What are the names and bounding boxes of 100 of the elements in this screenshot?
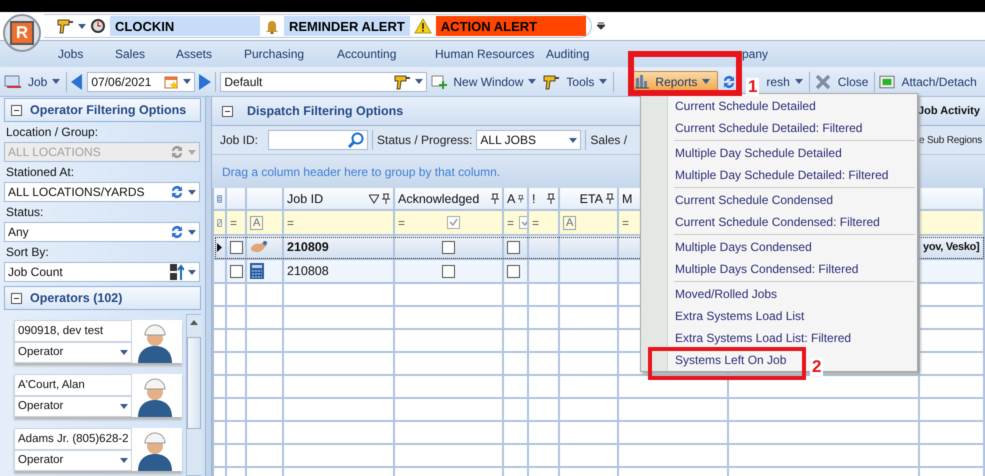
table-cell: 210809 bbox=[287, 240, 329, 254]
menu-item[interactable]: Multiple Days Condensed bbox=[673, 238, 814, 256]
caret-icon bbox=[188, 150, 196, 154]
filter-checkbox[interactable] bbox=[447, 216, 460, 229]
new-window-icon bbox=[431, 74, 448, 89]
menu-item[interactable]: Systems Left On Job bbox=[673, 351, 788, 369]
column-header[interactable]: ! bbox=[529, 188, 560, 209]
text-filter-icon[interactable]: A bbox=[250, 216, 264, 230]
close-button[interactable]: Close bbox=[836, 70, 870, 92]
menu-tab[interactable]: Accounting bbox=[337, 47, 396, 61]
alert-button[interactable]: ACTION ALERT bbox=[436, 16, 586, 36]
report-icon bbox=[634, 74, 650, 89]
field-label: Status: bbox=[6, 205, 44, 219]
caret-icon bbox=[599, 79, 608, 84]
calendar-icon bbox=[164, 74, 180, 88]
role-dropdown[interactable]: Operator bbox=[14, 342, 132, 363]
caret-icon bbox=[120, 350, 128, 355]
menu-item[interactable]: Current Schedule Detailed bbox=[673, 97, 818, 115]
next-icon[interactable] bbox=[199, 74, 212, 90]
caret-icon bbox=[702, 79, 710, 84]
caret-icon bbox=[794, 79, 803, 84]
menu-tab[interactable]: Jobs bbox=[58, 47, 84, 61]
operator-card[interactable]: 090918, dev test Operator bbox=[14, 320, 182, 363]
filter-operator[interactable]: = bbox=[622, 216, 630, 230]
role-dropdown[interactable]: Operator bbox=[14, 450, 132, 471]
filter-operator[interactable]: = bbox=[398, 216, 406, 230]
text-filter-icon[interactable]: A bbox=[563, 216, 576, 230]
checkbox[interactable] bbox=[230, 240, 243, 254]
date-field[interactable]: 07/06/2021 bbox=[87, 72, 196, 92]
alert-button[interactable]: CLOCKIN bbox=[110, 16, 260, 36]
menu-item[interactable]: Current Schedule Condensed bbox=[673, 191, 836, 209]
filter-operator[interactable]: = bbox=[287, 216, 294, 230]
field-label: Status / Progress: bbox=[377, 133, 472, 147]
job-button[interactable]: Job bbox=[26, 70, 62, 92]
refresh-button[interactable]: resh bbox=[764, 70, 805, 92]
dropdown[interactable]: Any bbox=[4, 222, 200, 242]
operator-name: Adams Jr. (805)628-2 bbox=[14, 428, 132, 450]
refresh-icon bbox=[722, 74, 736, 90]
collapse-icon bbox=[222, 106, 233, 116]
customize-icon[interactable] bbox=[597, 22, 605, 30]
checkbox[interactable] bbox=[507, 264, 520, 278]
close-icon[interactable] bbox=[814, 74, 832, 90]
menu-item[interactable]: Extra Systems Load List bbox=[673, 307, 806, 325]
menu-item[interactable]: Multiple Day Schedule Detailed: Filtered bbox=[673, 166, 890, 184]
column-header[interactable]: A bbox=[504, 188, 529, 209]
scroll-up-icon[interactable] bbox=[190, 320, 198, 325]
attach-detach-button[interactable]: Attach/Detach bbox=[899, 70, 979, 92]
panel-header[interactable]: Operators (102) bbox=[4, 286, 201, 310]
caret-icon bbox=[188, 190, 196, 194]
dropdown[interactable]: Job Count bbox=[4, 262, 200, 282]
collapse-icon bbox=[11, 104, 22, 116]
checkbox[interactable] bbox=[230, 264, 243, 278]
bell-icon bbox=[264, 18, 280, 34]
dropdown[interactable]: ALL LOCATIONS/YARDS bbox=[4, 182, 200, 202]
checkbox[interactable] bbox=[442, 264, 455, 278]
filter-icon[interactable] bbox=[369, 194, 379, 204]
menu-tab[interactable]: Human Resources bbox=[435, 47, 534, 61]
menu-tab[interactable]: Assets bbox=[176, 47, 212, 61]
caret-icon bbox=[52, 79, 60, 84]
calculator-icon bbox=[250, 263, 264, 279]
operator-card[interactable]: Adams Jr. (805)628-2 Operator bbox=[14, 428, 182, 471]
pin-icon bbox=[491, 193, 499, 204]
menu-tab[interactable]: pany bbox=[742, 47, 768, 61]
checkbox[interactable] bbox=[442, 240, 455, 254]
panel-header[interactable]: Operator Filtering Options bbox=[4, 98, 201, 122]
status-dropdown[interactable]: ALL JOBS bbox=[476, 130, 582, 150]
drill-icon bbox=[56, 17, 74, 35]
caret-icon bbox=[415, 79, 424, 84]
step-number: 1 bbox=[746, 78, 760, 96]
role-dropdown[interactable]: Operator bbox=[14, 396, 132, 417]
column-header[interactable]: Job ID bbox=[284, 188, 395, 209]
menu-tab[interactable]: Sales bbox=[115, 47, 146, 61]
menu-item[interactable]: Extra Systems Load List: Filtered bbox=[673, 329, 854, 347]
menu-item[interactable]: Moved/Rolled Jobs bbox=[673, 285, 780, 303]
filter-operator[interactable]: = bbox=[230, 216, 238, 230]
menu-item[interactable]: Current Schedule Condensed: Filtered bbox=[673, 213, 882, 231]
step-number: 2 bbox=[810, 358, 824, 376]
new-window-button[interactable]: New Window bbox=[451, 70, 538, 92]
caret-icon bbox=[188, 230, 196, 234]
panel-header[interactable]: Job Activity bbox=[917, 97, 985, 125]
column-header[interactable]: ETA bbox=[560, 188, 619, 209]
drill-icon bbox=[393, 72, 412, 90]
menu-tab[interactable]: Auditing bbox=[546, 47, 590, 61]
caret-icon bbox=[120, 458, 128, 463]
pin-icon bbox=[518, 193, 524, 204]
pin-icon bbox=[606, 193, 614, 204]
menu-item[interactable]: Multiple Days Condensed: Filtered bbox=[673, 260, 860, 278]
column-header[interactable]: Acknowledged bbox=[395, 188, 504, 209]
checkbox[interactable] bbox=[507, 240, 520, 254]
tools-button[interactable]: Tools bbox=[564, 70, 610, 92]
alert-button[interactable]: REMINDER ALERT bbox=[284, 16, 410, 36]
filter-operator[interactable]: = bbox=[532, 216, 540, 230]
refresh-icon bbox=[170, 144, 184, 160]
layout-dropdown[interactable]: Default bbox=[220, 72, 428, 92]
previous-icon[interactable] bbox=[71, 74, 84, 90]
job-id-field[interactable] bbox=[268, 130, 368, 150]
menu-tab[interactable]: Purchasing bbox=[244, 47, 304, 61]
operator-card[interactable]: A'Court, Alan Operator bbox=[14, 374, 182, 417]
scrollbar[interactable] bbox=[186, 314, 201, 476]
filter-operator[interactable]: = bbox=[507, 216, 514, 230]
